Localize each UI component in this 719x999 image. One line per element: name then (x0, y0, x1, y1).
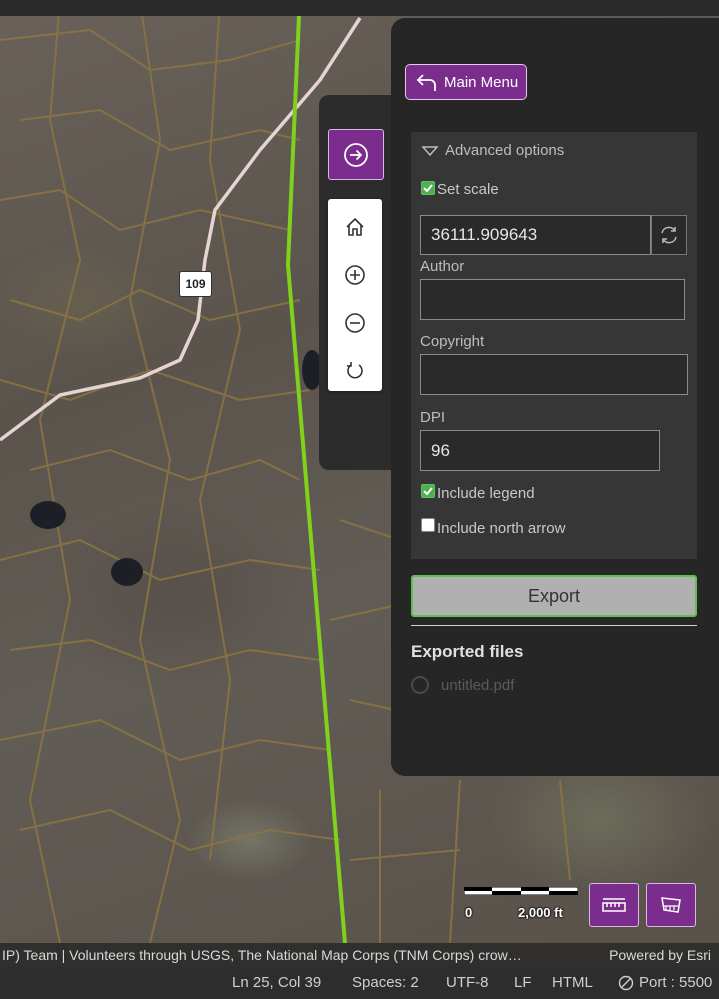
dpi-label: DPI (420, 409, 446, 426)
refresh-icon (661, 226, 677, 244)
advanced-options-toggle[interactable]: Advanced options (421, 142, 564, 159)
panel-divider (411, 625, 697, 626)
live-server-port[interactable]: Port : 5500 (618, 974, 712, 991)
dpi-input[interactable]: 96 (420, 430, 660, 471)
loading-spinner-icon (411, 676, 429, 694)
reset-rotation-button[interactable] (328, 347, 382, 395)
attribution-text: IP) Team | Volunteers through USGS, The … (2, 947, 522, 963)
home-button[interactable] (328, 203, 382, 251)
indentation-setting[interactable]: Spaces: 2 (352, 974, 419, 991)
checkmark-icon (423, 184, 433, 193)
scale-bar (464, 887, 578, 895)
port-label: Port : 5500 (639, 974, 713, 991)
include-north-arrow-label: Include north arrow (437, 520, 566, 537)
arrow-right-circle-icon (344, 142, 368, 167)
map-navigation-controls (328, 199, 382, 391)
copyright-label: Copyright (420, 333, 485, 350)
stop-icon (618, 975, 634, 990)
include-north-arrow-checkbox[interactable] (421, 518, 435, 532)
home-icon (346, 217, 364, 236)
zoom-in-button[interactable] (328, 251, 382, 299)
exported-file-item[interactable]: untitled.pdf (411, 676, 514, 694)
export-button[interactable]: Export (411, 575, 697, 617)
line-ending[interactable]: LF (514, 974, 532, 991)
include-legend-label: Include legend (437, 485, 535, 502)
scale-end-label: 2,000 ft (518, 905, 563, 920)
set-scale-label: Set scale (437, 181, 499, 198)
route-shield: 109 (179, 271, 212, 297)
measure-distance-button[interactable] (589, 883, 639, 927)
measure-area-button[interactable] (646, 883, 696, 927)
back-arrow-icon (416, 74, 436, 91)
exported-file-name: untitled.pdf (441, 676, 515, 694)
include-legend-checkbox[interactable] (421, 484, 435, 498)
refresh-scale-button[interactable] (651, 215, 687, 255)
editor-status-bar: Ln 25, Col 39 Spaces: 2 UTF-8 LF HTML Po… (0, 967, 719, 999)
author-input[interactable] (420, 279, 685, 320)
main-menu-button[interactable]: Main Menu (405, 64, 527, 100)
scale-input[interactable]: 36111.909643 (420, 215, 651, 255)
chevron-down-icon (421, 145, 439, 156)
measure-area-icon (661, 897, 681, 913)
language-mode[interactable]: HTML (552, 974, 593, 991)
file-encoding[interactable]: UTF-8 (446, 974, 489, 991)
measure-distance-icon (602, 898, 626, 912)
scale-start-label: 0 (465, 905, 473, 920)
checkmark-icon (423, 487, 433, 496)
rotate-icon (347, 362, 363, 379)
main-menu-label: Main Menu (444, 73, 519, 91)
copyright-input[interactable] (420, 354, 688, 395)
author-label: Author (420, 258, 465, 275)
set-scale-checkbox[interactable] (421, 181, 435, 195)
zoom-out-icon (345, 313, 365, 333)
advanced-options-label: Advanced options (445, 142, 565, 159)
cursor-position[interactable]: Ln 25, Col 39 (232, 974, 321, 991)
powered-by-esri-link[interactable]: Powered by Esri (609, 947, 711, 963)
exported-files-heading: Exported files (411, 642, 524, 661)
collapse-panel-button[interactable] (328, 129, 384, 180)
map-attribution: IP) Team | Volunteers through USGS, The … (0, 943, 719, 967)
zoom-out-button[interactable] (328, 299, 382, 347)
window-top-bar (0, 0, 719, 16)
zoom-in-icon (345, 265, 365, 285)
